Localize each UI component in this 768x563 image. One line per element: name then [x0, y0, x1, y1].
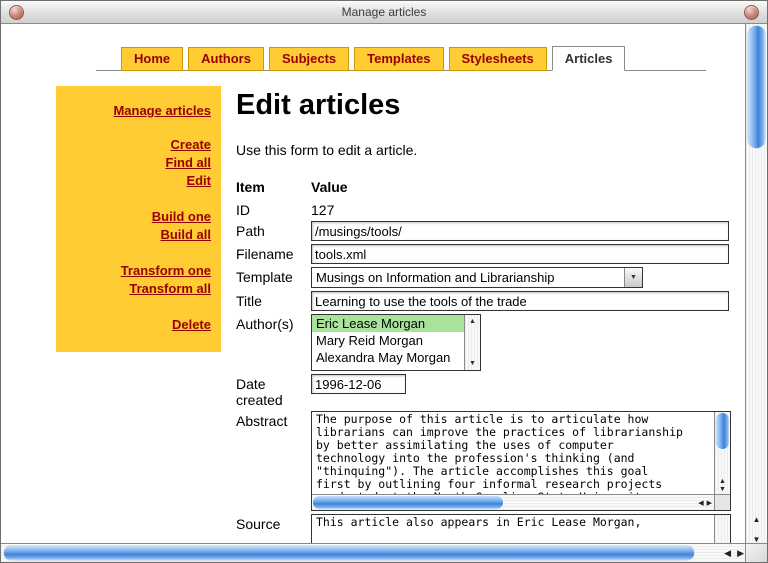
id-value: 127: [311, 200, 731, 218]
scrollbar-arrows: ◀ ▶: [724, 544, 744, 562]
sidebar-item-edit[interactable]: Edit: [66, 172, 211, 190]
tab-home[interactable]: Home: [121, 47, 183, 71]
scrollbar-thumb[interactable]: [313, 496, 503, 509]
sidebar-spacer: [66, 190, 211, 208]
abstract-textarea[interactable]: The purpose of this article is to articu…: [311, 411, 731, 511]
filename-label: Filename: [236, 244, 311, 262]
scroll-right-icon[interactable]: ▶: [737, 548, 744, 559]
column-header-value: Value: [311, 179, 731, 197]
scroll-up-icon[interactable]: ▲: [465, 318, 480, 325]
title-bar: Manage articles: [1, 1, 767, 24]
source-label: Source: [236, 514, 311, 532]
main-content: Edit articles Use this form to edit a ar…: [236, 89, 741, 546]
author-option-selected[interactable]: Eric Lease Morgan: [312, 315, 465, 332]
scroll-up-icon[interactable]: ▲: [719, 478, 726, 485]
scroll-left-icon[interactable]: ◀: [724, 548, 731, 559]
scrollbar-thumb[interactable]: [748, 26, 765, 148]
scrollbar-arrows: ▲ ▼: [715, 478, 730, 493]
id-label: ID: [236, 200, 311, 218]
sidebar-item-create[interactable]: Create: [66, 136, 211, 154]
date-created-input[interactable]: [311, 374, 406, 394]
sidebar-item-manage-articles[interactable]: Manage articles: [66, 102, 211, 120]
sidebar-item-transform-one[interactable]: Transform one: [66, 262, 211, 280]
authors-listbox[interactable]: Eric Lease Morgan Mary Reid Morgan Alexa…: [311, 314, 481, 371]
windowshade-button[interactable]: [744, 5, 759, 20]
scrollbar-corner: [714, 494, 730, 510]
sidebar-item-build-all[interactable]: Build all: [66, 226, 211, 244]
dropdown-arrow-icon[interactable]: ▼: [624, 268, 642, 287]
edit-article-form: Item Value ID 127 Path Filename Template…: [236, 179, 741, 546]
window-horizontal-scrollbar[interactable]: ◀ ▶: [1, 543, 748, 562]
scroll-up-icon[interactable]: ▲: [753, 516, 761, 524]
sidebar-item-transform-all[interactable]: Transform all: [66, 280, 211, 298]
tab-bar: Home Authors Subjects Templates Styleshe…: [121, 47, 625, 71]
scrollbar-thumb[interactable]: [716, 413, 729, 449]
sidebar-spacer: [66, 298, 211, 316]
browser-window: Manage articles Home Authors Subjects Te…: [0, 0, 768, 563]
path-label: Path: [236, 221, 311, 239]
scroll-down-icon[interactable]: ▼: [719, 486, 726, 493]
abstract-label: Abstract: [236, 411, 311, 429]
page-content: Home Authors Subjects Templates Styleshe…: [1, 24, 748, 546]
authors-label: Author(s): [236, 314, 311, 332]
tab-articles[interactable]: Articles: [552, 46, 626, 71]
template-select[interactable]: Musings on Information and Librarianship…: [311, 267, 643, 288]
title-input[interactable]: [311, 291, 729, 311]
window-resize-corner[interactable]: [745, 543, 767, 562]
path-input[interactable]: [311, 221, 729, 241]
template-selected-value: Musings on Information and Librarianship: [312, 270, 624, 285]
scrollbar-thumb[interactable]: [4, 546, 694, 560]
abstract-vertical-scrollbar[interactable]: ▲ ▼: [714, 412, 730, 495]
tab-subjects[interactable]: Subjects: [269, 47, 349, 71]
filename-input[interactable]: [311, 244, 729, 264]
sidebar-item-find-all[interactable]: Find all: [66, 154, 211, 172]
source-vertical-scrollbar[interactable]: [714, 515, 730, 546]
scroll-left-icon[interactable]: ◀: [698, 499, 703, 507]
scrollbar-arrows: ▲ ▼: [746, 516, 767, 544]
sidebar-spacer: [66, 244, 211, 262]
sidebar: Manage articles Create Find all Edit Bui…: [56, 86, 221, 352]
listbox-scrollbar[interactable]: ▲ ▼: [464, 315, 480, 370]
date-created-label: Date created: [236, 374, 311, 408]
tab-stylesheets[interactable]: Stylesheets: [449, 47, 547, 71]
title-label: Title: [236, 291, 311, 309]
scrollbar-arrows: ◀ ▶: [698, 499, 712, 507]
tab-templates[interactable]: Templates: [354, 47, 443, 71]
sidebar-item-build-one[interactable]: Build one: [66, 208, 211, 226]
source-text: This article also appears in Eric Lease …: [316, 516, 688, 546]
source-textarea[interactable]: This article also appears in Eric Lease …: [311, 514, 731, 546]
column-header-item: Item: [236, 179, 311, 197]
scroll-right-icon[interactable]: ▶: [707, 499, 712, 507]
window-vertical-scrollbar[interactable]: ▲ ▼: [745, 24, 767, 546]
intro-text: Use this form to edit a article.: [236, 142, 741, 158]
page-title: Edit articles: [236, 89, 741, 122]
scroll-down-icon[interactable]: ▼: [465, 360, 480, 367]
author-option[interactable]: Alexandra May Morgan: [312, 349, 465, 366]
template-label: Template: [236, 267, 311, 285]
abstract-text: The purpose of this article is to articu…: [316, 413, 688, 494]
author-option[interactable]: Mary Reid Morgan: [312, 332, 465, 349]
window-title: Manage articles: [1, 5, 767, 19]
tab-authors[interactable]: Authors: [188, 47, 264, 71]
abstract-horizontal-scrollbar[interactable]: ◀ ▶: [312, 494, 715, 510]
sidebar-item-delete[interactable]: Delete: [66, 316, 211, 334]
